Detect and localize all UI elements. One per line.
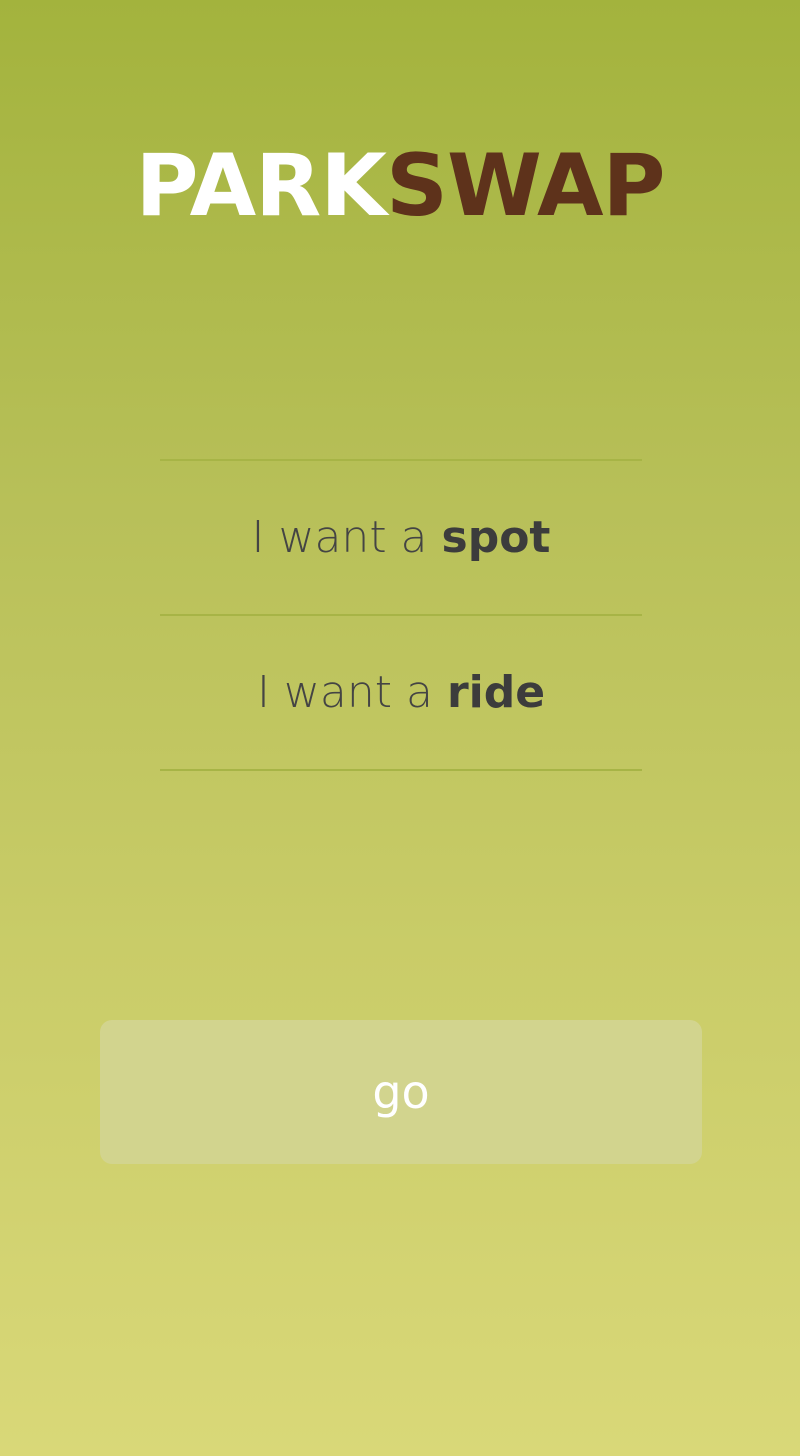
option-want-spot[interactable]: I want a spot [160,461,642,616]
option-prefix: I want a [256,667,447,718]
option-keyword: spot [441,512,551,563]
option-keyword: ride [446,667,546,718]
go-button[interactable]: go [100,1020,702,1164]
go-button-label: go [372,1065,430,1119]
option-want-ride[interactable]: I want a ride [160,616,642,771]
option-prefix: I want a [251,512,442,563]
app-logo: PARKSWAP [0,138,800,234]
logo-park-text: PARK [135,136,387,236]
option-list: I want a spot I want a ride [160,459,642,771]
logo-swap-text: SWAP [386,136,666,236]
